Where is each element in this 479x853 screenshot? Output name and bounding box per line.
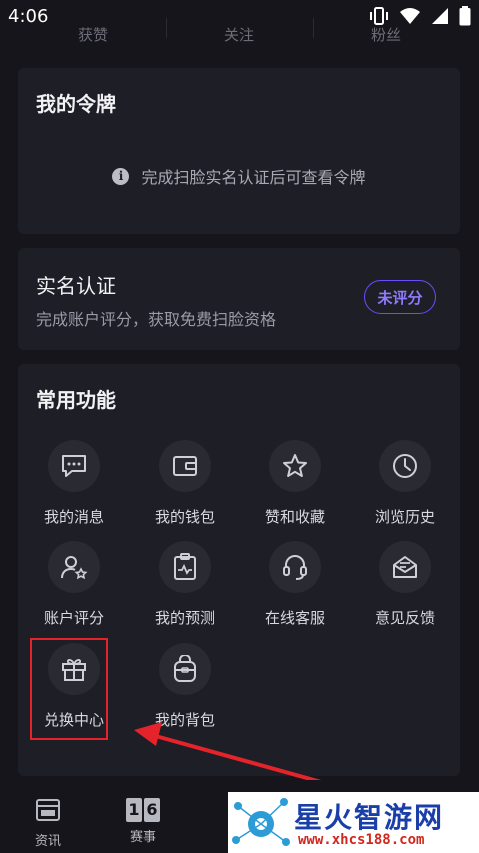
functions-title: 常用功能 bbox=[36, 388, 116, 412]
tab-news[interactable]: 资讯 bbox=[18, 798, 78, 849]
function-item-backpack[interactable]: 我的背包 bbox=[130, 643, 240, 730]
divider bbox=[313, 18, 314, 38]
function-item-history[interactable]: 浏览历史 bbox=[350, 440, 460, 527]
function-item-customer-service[interactable]: 在线客服 bbox=[240, 541, 350, 628]
clock-icon bbox=[379, 440, 431, 492]
function-label: 我的背包 bbox=[154, 711, 215, 729]
function-label: 账户评分 bbox=[43, 609, 104, 627]
wallet-icon bbox=[159, 440, 211, 492]
function-item-feedback[interactable]: 意见反馈 bbox=[350, 541, 460, 628]
function-label: 赞和收藏 bbox=[264, 508, 325, 526]
function-label: 我的消息 bbox=[43, 508, 104, 526]
divider bbox=[166, 18, 167, 38]
scoreboard-icon: 1 6 bbox=[113, 798, 173, 822]
stat-likes[interactable]: 获赞 bbox=[53, 24, 133, 45]
function-item-predictions[interactable]: 我的预测 bbox=[130, 541, 240, 628]
function-label: 在线客服 bbox=[264, 609, 325, 627]
news-icon bbox=[36, 799, 60, 821]
user-star-icon bbox=[48, 541, 100, 593]
watermark-text: 星火智游网 bbox=[294, 801, 445, 834]
watermark-url: www.xhcs188.com bbox=[298, 832, 425, 848]
token-card: 我的令牌 i 完成扫脸实名认证后可查看令牌 bbox=[18, 68, 460, 234]
message-icon bbox=[48, 440, 100, 492]
realname-subtitle: 完成账户评分，获取免费扫脸资格 bbox=[36, 310, 277, 329]
clipboard-chart-icon bbox=[159, 541, 211, 593]
tab-label: 资讯 bbox=[34, 834, 61, 849]
token-card-title: 我的令牌 bbox=[36, 92, 116, 116]
stat-followers[interactable]: 粉丝 bbox=[346, 24, 426, 45]
unrated-badge-button[interactable]: 未评分 bbox=[364, 280, 436, 314]
info-icon: i bbox=[112, 167, 130, 185]
mail-feedback-icon bbox=[379, 541, 431, 593]
network-logo-icon bbox=[232, 798, 290, 846]
function-item-wallet[interactable]: 我的钱包 bbox=[130, 440, 240, 527]
tab-matches[interactable]: 1 6 赛事 bbox=[113, 798, 173, 845]
function-item-account-rating[interactable]: 账户评分 bbox=[19, 541, 129, 628]
function-label: 我的钱包 bbox=[154, 508, 215, 526]
annotation-highlight-box bbox=[30, 638, 108, 740]
stat-following[interactable]: 关注 bbox=[199, 24, 279, 45]
function-item-likes-favorites[interactable]: 赞和收藏 bbox=[240, 440, 350, 527]
realname-card[interactable]: 实名认证 完成账户评分，获取免费扫脸资格 未评分 bbox=[18, 248, 460, 350]
function-label: 意见反馈 bbox=[374, 609, 435, 627]
function-label: 我的预测 bbox=[154, 609, 215, 627]
tab-label: 赛事 bbox=[129, 830, 156, 845]
token-note-text: 完成扫脸实名认证后可查看令牌 bbox=[141, 168, 366, 187]
watermark-logo: 星火智游网 www.xhcs188.com bbox=[228, 792, 479, 853]
realname-title: 实名认证 bbox=[36, 274, 116, 298]
profile-stats: 获赞 关注 粉丝 bbox=[0, 18, 479, 48]
backpack-icon bbox=[159, 643, 211, 695]
token-note: i 完成扫脸实名认证后可查看令牌 bbox=[18, 164, 460, 188]
headset-icon bbox=[269, 541, 321, 593]
function-item-messages[interactable]: 我的消息 bbox=[19, 440, 129, 527]
function-label: 浏览历史 bbox=[374, 508, 435, 526]
star-icon bbox=[269, 440, 321, 492]
